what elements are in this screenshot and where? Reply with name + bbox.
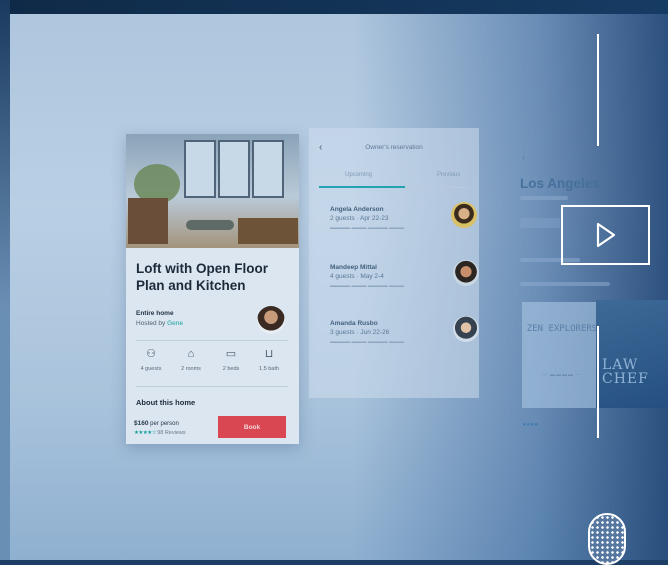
amenity-label: 2 rooms (181, 366, 201, 372)
hosted-by-label: Hosted by (136, 320, 166, 327)
host-name-link[interactable]: Gene (167, 320, 183, 327)
photo-bookshelf (128, 198, 168, 244)
hosted-by: Hosted by Gene (136, 320, 183, 327)
price-suffix: per person (150, 421, 179, 427)
beds-icon: ▭ (225, 348, 237, 360)
host-avatar[interactable] (257, 306, 285, 334)
reservations-header: ‹ Owner's reservation (309, 142, 479, 156)
photo-window (252, 140, 284, 198)
home-type: Entire home (136, 310, 174, 317)
divider (136, 386, 288, 387)
amenity-label: 1.5 bath (259, 366, 279, 372)
reservation-item[interactable]: Amanda Rusbo 3 guests · Jun 22-26 ▬▬▬▬ ▬… (330, 320, 470, 345)
monitor-bezel-top (0, 0, 668, 14)
reservation-item[interactable]: Angela Anderson 2 guests · Apr 22-23 ▬▬▬… (330, 206, 470, 231)
guest-name: Amanda Rusbo (330, 320, 378, 327)
book-title: LAW CHEF (602, 357, 649, 387)
bath-icon: ⊔ (264, 348, 274, 360)
city-panel: ‹ Los Angeles ZEN EXPLORERS — ▬▬▬▬ — LAW… (510, 140, 668, 440)
review-count: 98 Reviews (157, 430, 186, 436)
book-cover-zen-explorers[interactable]: ZEN EXPLORERS — ▬▬▬▬ — (522, 302, 602, 408)
reservation-tabs: Upcoming Previous (319, 172, 469, 188)
reservations-panel: ‹ Owner's reservation Upcoming Previous … (309, 128, 479, 398)
book-title: ZEN EXPLORERS (526, 324, 598, 334)
reservation-detail: 3 guests · Jun 22-26 (330, 329, 390, 336)
star-rating-icon: ★★★★ (522, 422, 538, 428)
reservation-detail: 2 guests · Apr 22-23 (330, 215, 389, 222)
amenity-label: 4 guests (140, 366, 162, 372)
reservation-item[interactable]: Mandeep Mittal 4 guests · May 2-4 ▬▬▬▬ ▬… (330, 264, 470, 289)
back-arrow-icon[interactable]: ‹ (522, 152, 525, 162)
photo-bed (238, 218, 298, 244)
reservation-subtext: ▬▬▬▬ ▬▬▬ ▬▬▬▬ ▬▬▬ (330, 339, 405, 345)
photo-window (184, 140, 216, 198)
listing-title: Loft with Open Floor Plan and Kitchen (136, 261, 268, 293)
amenity-guests: ⚇ 4 guests (134, 348, 168, 372)
play-icon (596, 222, 615, 248)
microphone-icon[interactable] (588, 513, 626, 565)
star-rating-icon: ★★★★☆ (134, 430, 157, 436)
amenity-bath: ⊔ 1.5 bath (252, 348, 286, 372)
reservation-subtext: ▬▬▬▬ ▬▬▬ ▬▬▬▬ ▬▬▬ (330, 225, 405, 231)
timeline-line-top (597, 34, 599, 146)
tab-upcoming[interactable]: Upcoming (345, 172, 372, 178)
filter-chip[interactable] (520, 218, 560, 228)
guest-name: Angela Anderson (330, 206, 384, 213)
monitor-bezel-left (0, 0, 10, 560)
book-subtitle-line: — ▬▬▬▬ — (541, 372, 583, 378)
guest-name: Mandeep Mittal (330, 264, 377, 271)
guest-avatar[interactable] (453, 316, 479, 342)
guest-avatar[interactable] (453, 260, 479, 286)
rooms-icon: ⌂ (187, 348, 195, 360)
divider (136, 340, 288, 341)
amenity-rooms: ⌂ 2 rooms (174, 348, 208, 372)
section-line (520, 282, 610, 286)
reservations-title: Owner's reservation (365, 144, 423, 151)
listing-photo[interactable] (126, 134, 299, 248)
about-heading: About this home (136, 398, 196, 407)
book-cover-law-chef[interactable]: LAW CHEF (596, 300, 668, 408)
book-button[interactable]: Book (218, 416, 286, 438)
amenity-label: 2 beds (222, 366, 240, 372)
reservation-detail: 4 guests · May 2-4 (330, 273, 384, 280)
subtitle-line (520, 196, 568, 200)
timeline-line-bottom (597, 326, 599, 438)
rating[interactable]: ★★★★☆ 98 Reviews (134, 430, 186, 436)
book-price: $50 (522, 412, 531, 418)
tab-previous[interactable]: Previous (437, 172, 460, 178)
photo-window (218, 140, 250, 198)
active-tab-indicator (319, 186, 405, 188)
photo-table (186, 220, 234, 230)
amenity-beds: ▭ 2 beds (214, 348, 248, 372)
play-button[interactable] (561, 205, 650, 265)
reservation-subtext: ▬▬▬▬ ▬▬▬ ▬▬▬▬ ▬▬▬ (330, 283, 405, 289)
price: $160 per person (134, 420, 179, 427)
listing-card[interactable]: Loft with Open Floor Plan and Kitchen En… (126, 134, 299, 444)
city-title: Los Angeles (520, 176, 600, 191)
price-value: $160 (134, 420, 149, 427)
guests-icon: ⚇ (146, 348, 156, 360)
guest-avatar[interactable] (451, 202, 477, 228)
